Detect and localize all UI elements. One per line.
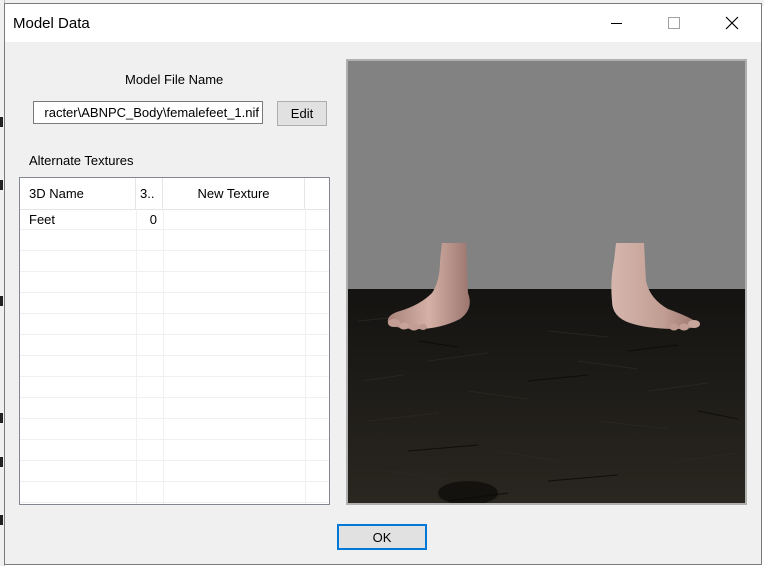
empty-row: [20, 440, 329, 461]
window-title: Model Data: [13, 15, 90, 32]
column-header-new-texture[interactable]: New Texture: [163, 178, 305, 209]
empty-row: [20, 272, 329, 293]
minimize-icon: [610, 22, 622, 24]
minimize-button[interactable]: [587, 4, 645, 42]
list-item[interactable]: Feet 0: [20, 209, 329, 230]
empty-row: [20, 377, 329, 398]
edit-button[interactable]: Edit: [277, 101, 327, 126]
close-icon: [725, 16, 739, 30]
background-text-fragment: [0, 296, 3, 306]
list-header: 3D Name 3.. New Texture: [20, 178, 329, 210]
model-preview-render: [348, 61, 745, 503]
background-text-fragment: [0, 515, 3, 525]
background-text-fragment: [0, 413, 3, 423]
empty-row: [20, 293, 329, 314]
empty-row: [20, 482, 329, 503]
model-file-name-label: Model File Name: [125, 72, 224, 87]
title-bar[interactable]: Model Data: [5, 4, 761, 42]
background-text-fragment: [0, 180, 3, 190]
model-data-dialog: Model Data Model File Name Edit Alternat…: [4, 3, 762, 565]
column-header-index[interactable]: 3..: [136, 178, 163, 209]
edit-button-label: Edit: [290, 106, 314, 121]
alternate-textures-label: Alternate Textures: [29, 153, 134, 168]
model-file-path-input[interactable]: [33, 101, 263, 124]
empty-row: [20, 230, 329, 251]
empty-row: [20, 335, 329, 356]
maximize-button: [645, 4, 703, 42]
column-header-3d-name[interactable]: 3D Name: [20, 178, 136, 209]
row-3d-name: Feet: [29, 212, 56, 227]
ok-button[interactable]: OK: [337, 524, 427, 550]
empty-row: [20, 419, 329, 440]
empty-row: [20, 356, 329, 377]
row-index: 0: [149, 212, 157, 227]
empty-row: [20, 251, 329, 272]
alternate-textures-list[interactable]: 3D Name 3.. New Texture Feet 0: [19, 177, 330, 505]
background-text-fragment: [0, 117, 3, 127]
close-button[interactable]: [703, 4, 761, 42]
maximize-icon: [668, 17, 680, 29]
ok-button-label: OK: [372, 529, 392, 545]
model-preview-viewport[interactable]: [346, 59, 747, 505]
sky-background: [348, 61, 745, 289]
empty-row: [20, 461, 329, 482]
empty-row: [20, 314, 329, 335]
empty-row: [20, 398, 329, 419]
background-text-fragment: [0, 457, 3, 467]
